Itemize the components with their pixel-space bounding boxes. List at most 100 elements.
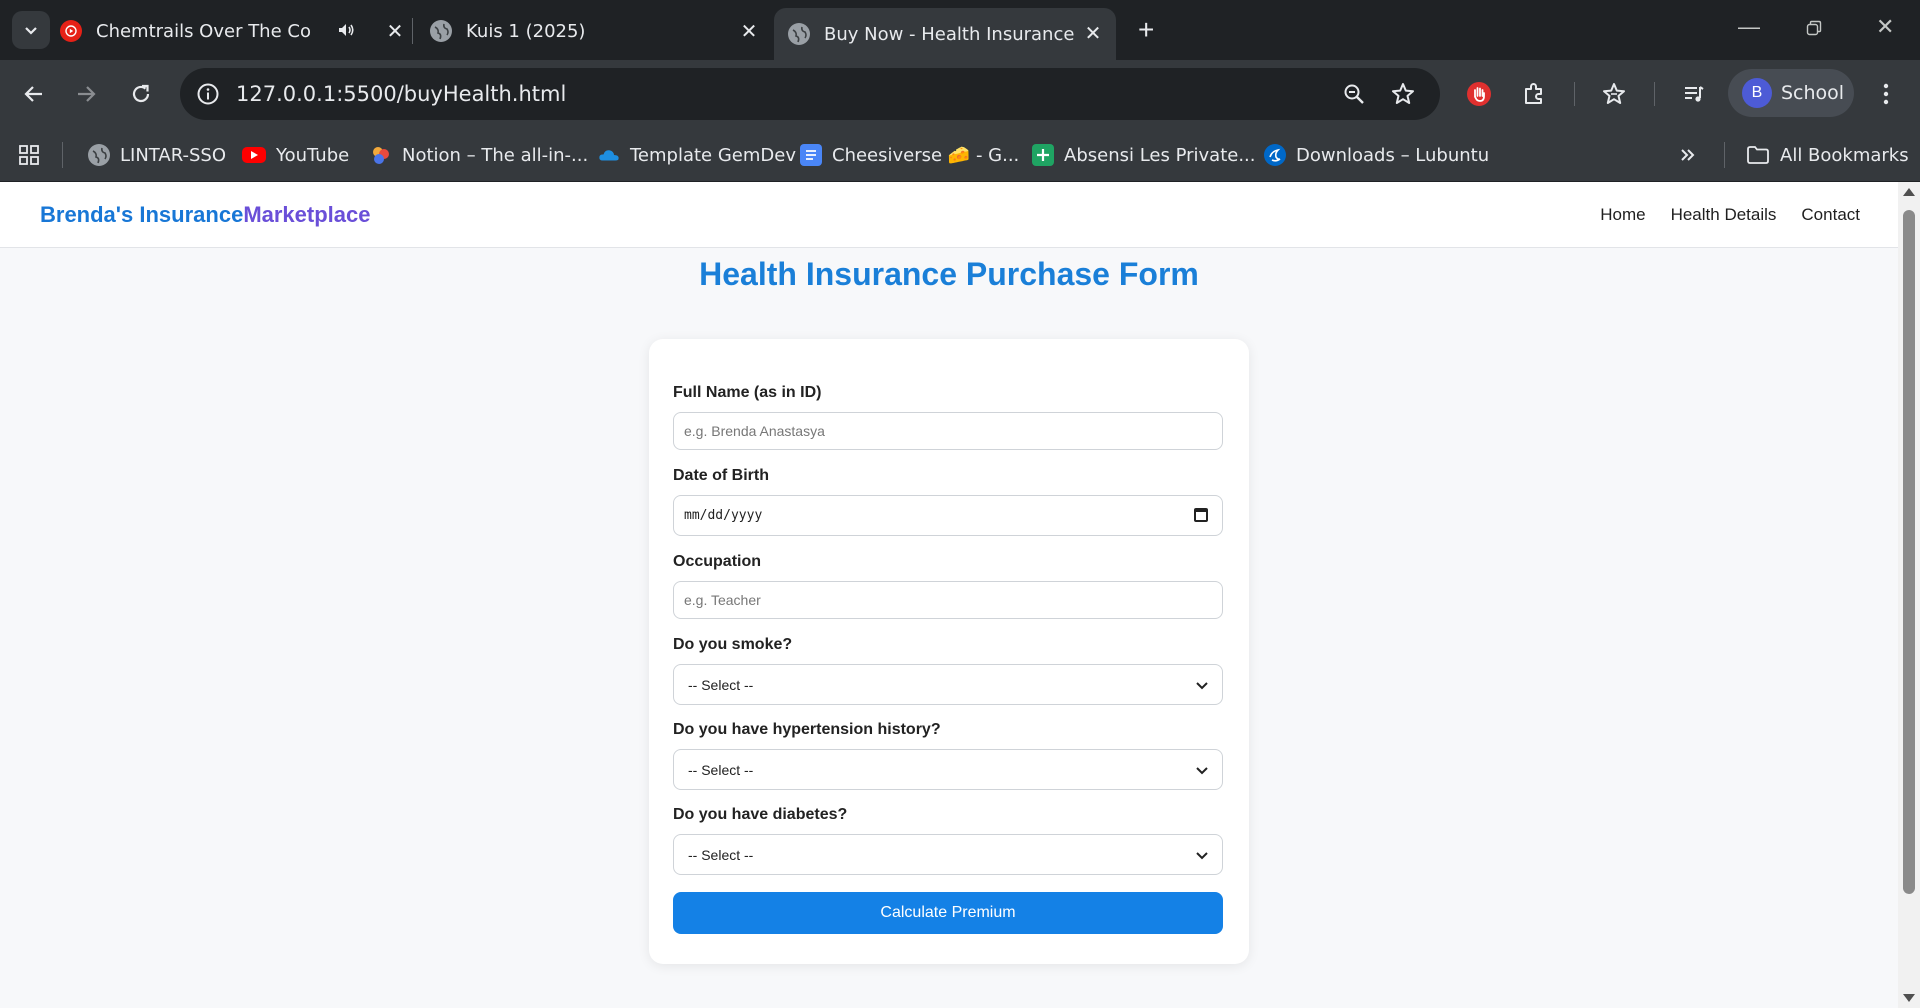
minimize-icon[interactable]: — xyxy=(1738,14,1760,40)
calculate-premium-button[interactable]: Calculate Premium xyxy=(673,892,1223,934)
page-scrollbar[interactable] xyxy=(1898,182,1920,1008)
browser-toolbar: 127.0.0.1:5500/buyHealth.html B School xyxy=(0,60,1920,128)
reload-icon[interactable] xyxy=(125,78,157,110)
close-tab-icon[interactable]: ✕ xyxy=(1082,22,1104,44)
bookmark-template-gemdev[interactable]: Template GemDev xyxy=(598,140,796,170)
nav-link-health-details[interactable]: Health Details xyxy=(1671,205,1777,225)
bookmarks-bar: LINTAR-SSO YouTube Notion – The all-in-.… xyxy=(0,128,1920,182)
site-navbar: Brenda's InsuranceMarketplace Home Healt… xyxy=(0,182,1898,248)
bookmark-cheesiverse[interactable]: Cheesiverse 🧀 - G... xyxy=(800,140,1019,170)
hypertension-label: Do you have hypertension history? xyxy=(673,721,941,738)
smoke-select-value: -- Select -- xyxy=(688,676,754,693)
notion-icon xyxy=(370,144,392,166)
profile-label: School xyxy=(1781,82,1845,104)
scroll-up-arrow-icon[interactable] xyxy=(1903,188,1915,196)
scroll-down-arrow-icon[interactable] xyxy=(1903,994,1915,1002)
google-sheets-icon xyxy=(1032,144,1054,166)
extensions-icon[interactable] xyxy=(1518,78,1550,110)
extension-blocker-icon[interactable] xyxy=(1463,78,1495,110)
smoke-select[interactable]: -- Select -- xyxy=(673,664,1223,705)
brand-main: Brenda's Insurance xyxy=(40,202,244,227)
site-brand[interactable]: Brenda's InsuranceMarketplace xyxy=(40,202,371,228)
chevron-down-icon xyxy=(1196,682,1208,690)
close-tab-icon[interactable]: ✕ xyxy=(738,20,760,42)
full-name-input[interactable]: e.g. Brenda Anastasya xyxy=(673,412,1223,450)
close-tab-icon[interactable]: ✕ xyxy=(384,20,406,42)
lubuntu-icon xyxy=(1264,144,1286,166)
chevron-down-icon xyxy=(25,27,37,35)
bookmark-label: Cheesiverse 🧀 - G... xyxy=(832,144,1020,166)
tab-title: Buy Now - Health Insurance xyxy=(824,23,1075,45)
bookmark-star-icon[interactable] xyxy=(1390,81,1416,112)
purchase-form: Full Name (as in ID) e.g. Brenda Anastas… xyxy=(649,339,1249,964)
speaker-icon[interactable] xyxy=(336,20,356,45)
youtube-icon xyxy=(242,147,266,163)
avatar: B xyxy=(1742,78,1772,108)
folder-icon xyxy=(1746,145,1770,165)
bookmark-notion[interactable]: Notion – The all-in-... xyxy=(370,140,588,170)
site-nav-links: Home Health Details Contact xyxy=(1600,205,1860,225)
url-text: 127.0.0.1:5500/buyHealth.html xyxy=(236,82,567,106)
more-menu-icon[interactable] xyxy=(1870,78,1902,110)
bookmarks-divider xyxy=(62,142,63,168)
bookmark-label: LINTAR-SSO xyxy=(120,144,227,166)
globe-icon xyxy=(88,144,110,166)
smoke-label: Do you smoke? xyxy=(673,636,793,653)
all-bookmarks-button[interactable]: All Bookmarks xyxy=(1746,140,1909,170)
globe-icon xyxy=(788,23,810,45)
back-icon[interactable] xyxy=(18,78,50,110)
hypertension-select[interactable]: -- Select -- xyxy=(673,749,1223,790)
toolbar-divider xyxy=(1574,82,1575,106)
calendar-icon[interactable] xyxy=(1194,508,1208,522)
bookmark-label: YouTube xyxy=(276,144,350,166)
tab-kuis[interactable]: Kuis 1 (2025) ✕ xyxy=(430,8,760,54)
youtube-music-icon xyxy=(60,20,82,42)
bookmark-downloads-lubuntu[interactable]: Downloads – Lubuntu xyxy=(1264,140,1489,170)
bookmarks-divider xyxy=(1724,142,1725,168)
new-tab-button[interactable]: + xyxy=(1138,16,1154,44)
nav-link-home[interactable]: Home xyxy=(1600,205,1645,225)
bookmark-label: Template GemDev xyxy=(630,144,796,166)
tab-title: Chemtrails Over The Countr xyxy=(96,20,312,42)
diabetes-select[interactable]: -- Select -- xyxy=(673,834,1223,875)
nav-link-contact[interactable]: Contact xyxy=(1801,205,1860,225)
tab-divider xyxy=(412,18,413,44)
address-bar[interactable]: 127.0.0.1:5500/buyHealth.html xyxy=(180,68,1440,120)
reading-list-star-icon[interactable] xyxy=(1598,78,1630,110)
bookmark-youtube[interactable]: YouTube xyxy=(242,140,349,170)
tab-search-button[interactable] xyxy=(12,11,50,49)
scroll-thumb[interactable] xyxy=(1903,210,1915,894)
tab-strip: Chemtrails Over The Countr ✕ Kuis 1 (202… xyxy=(0,0,1920,60)
tab-chemtrails[interactable]: Chemtrails Over The Countr ✕ xyxy=(60,8,403,54)
media-control-icon[interactable] xyxy=(1678,78,1710,110)
bookmark-lintar-sso[interactable]: LINTAR-SSO xyxy=(88,140,226,170)
globe-icon xyxy=(430,20,452,42)
dob-input[interactable]: mm/dd/yyyy xyxy=(673,495,1223,536)
tab-buy-now[interactable]: Buy Now - Health Insurance ✕ xyxy=(774,8,1116,60)
chevron-down-icon xyxy=(1196,852,1208,860)
bookmark-label: Notion – The all-in-... xyxy=(402,144,589,166)
bookmark-label: Absensi Les Private... xyxy=(1064,144,1256,166)
close-window-icon[interactable]: ✕ xyxy=(1876,14,1894,40)
diabetes-select-value: -- Select -- xyxy=(688,846,754,863)
apps-grid-icon[interactable] xyxy=(18,140,40,170)
profile-button[interactable]: B School xyxy=(1728,69,1854,117)
zoom-icon[interactable] xyxy=(1342,82,1366,111)
toolbar-divider xyxy=(1654,82,1655,106)
bookmarks-overflow-icon[interactable] xyxy=(1678,140,1698,170)
onedrive-icon xyxy=(598,144,620,166)
dob-label: Date of Birth xyxy=(673,467,769,484)
brand-accent: Marketplace xyxy=(243,202,371,227)
hypertension-select-value: -- Select -- xyxy=(688,761,754,778)
forward-icon[interactable] xyxy=(70,78,102,110)
restore-icon[interactable] xyxy=(1806,16,1822,42)
site-info-icon[interactable] xyxy=(196,82,220,111)
bookmark-absensi[interactable]: Absensi Les Private... xyxy=(1032,140,1256,170)
page-title: Health Insurance Purchase Form xyxy=(699,256,1199,292)
all-bookmarks-label: All Bookmarks xyxy=(1780,144,1909,166)
occupation-input[interactable]: e.g. Teacher xyxy=(673,581,1223,619)
google-docs-icon xyxy=(800,144,822,166)
chevron-down-icon xyxy=(1196,767,1208,775)
page-viewport: Brenda's InsuranceMarketplace Home Healt… xyxy=(0,182,1898,1008)
diabetes-label: Do you have diabetes? xyxy=(673,806,848,823)
